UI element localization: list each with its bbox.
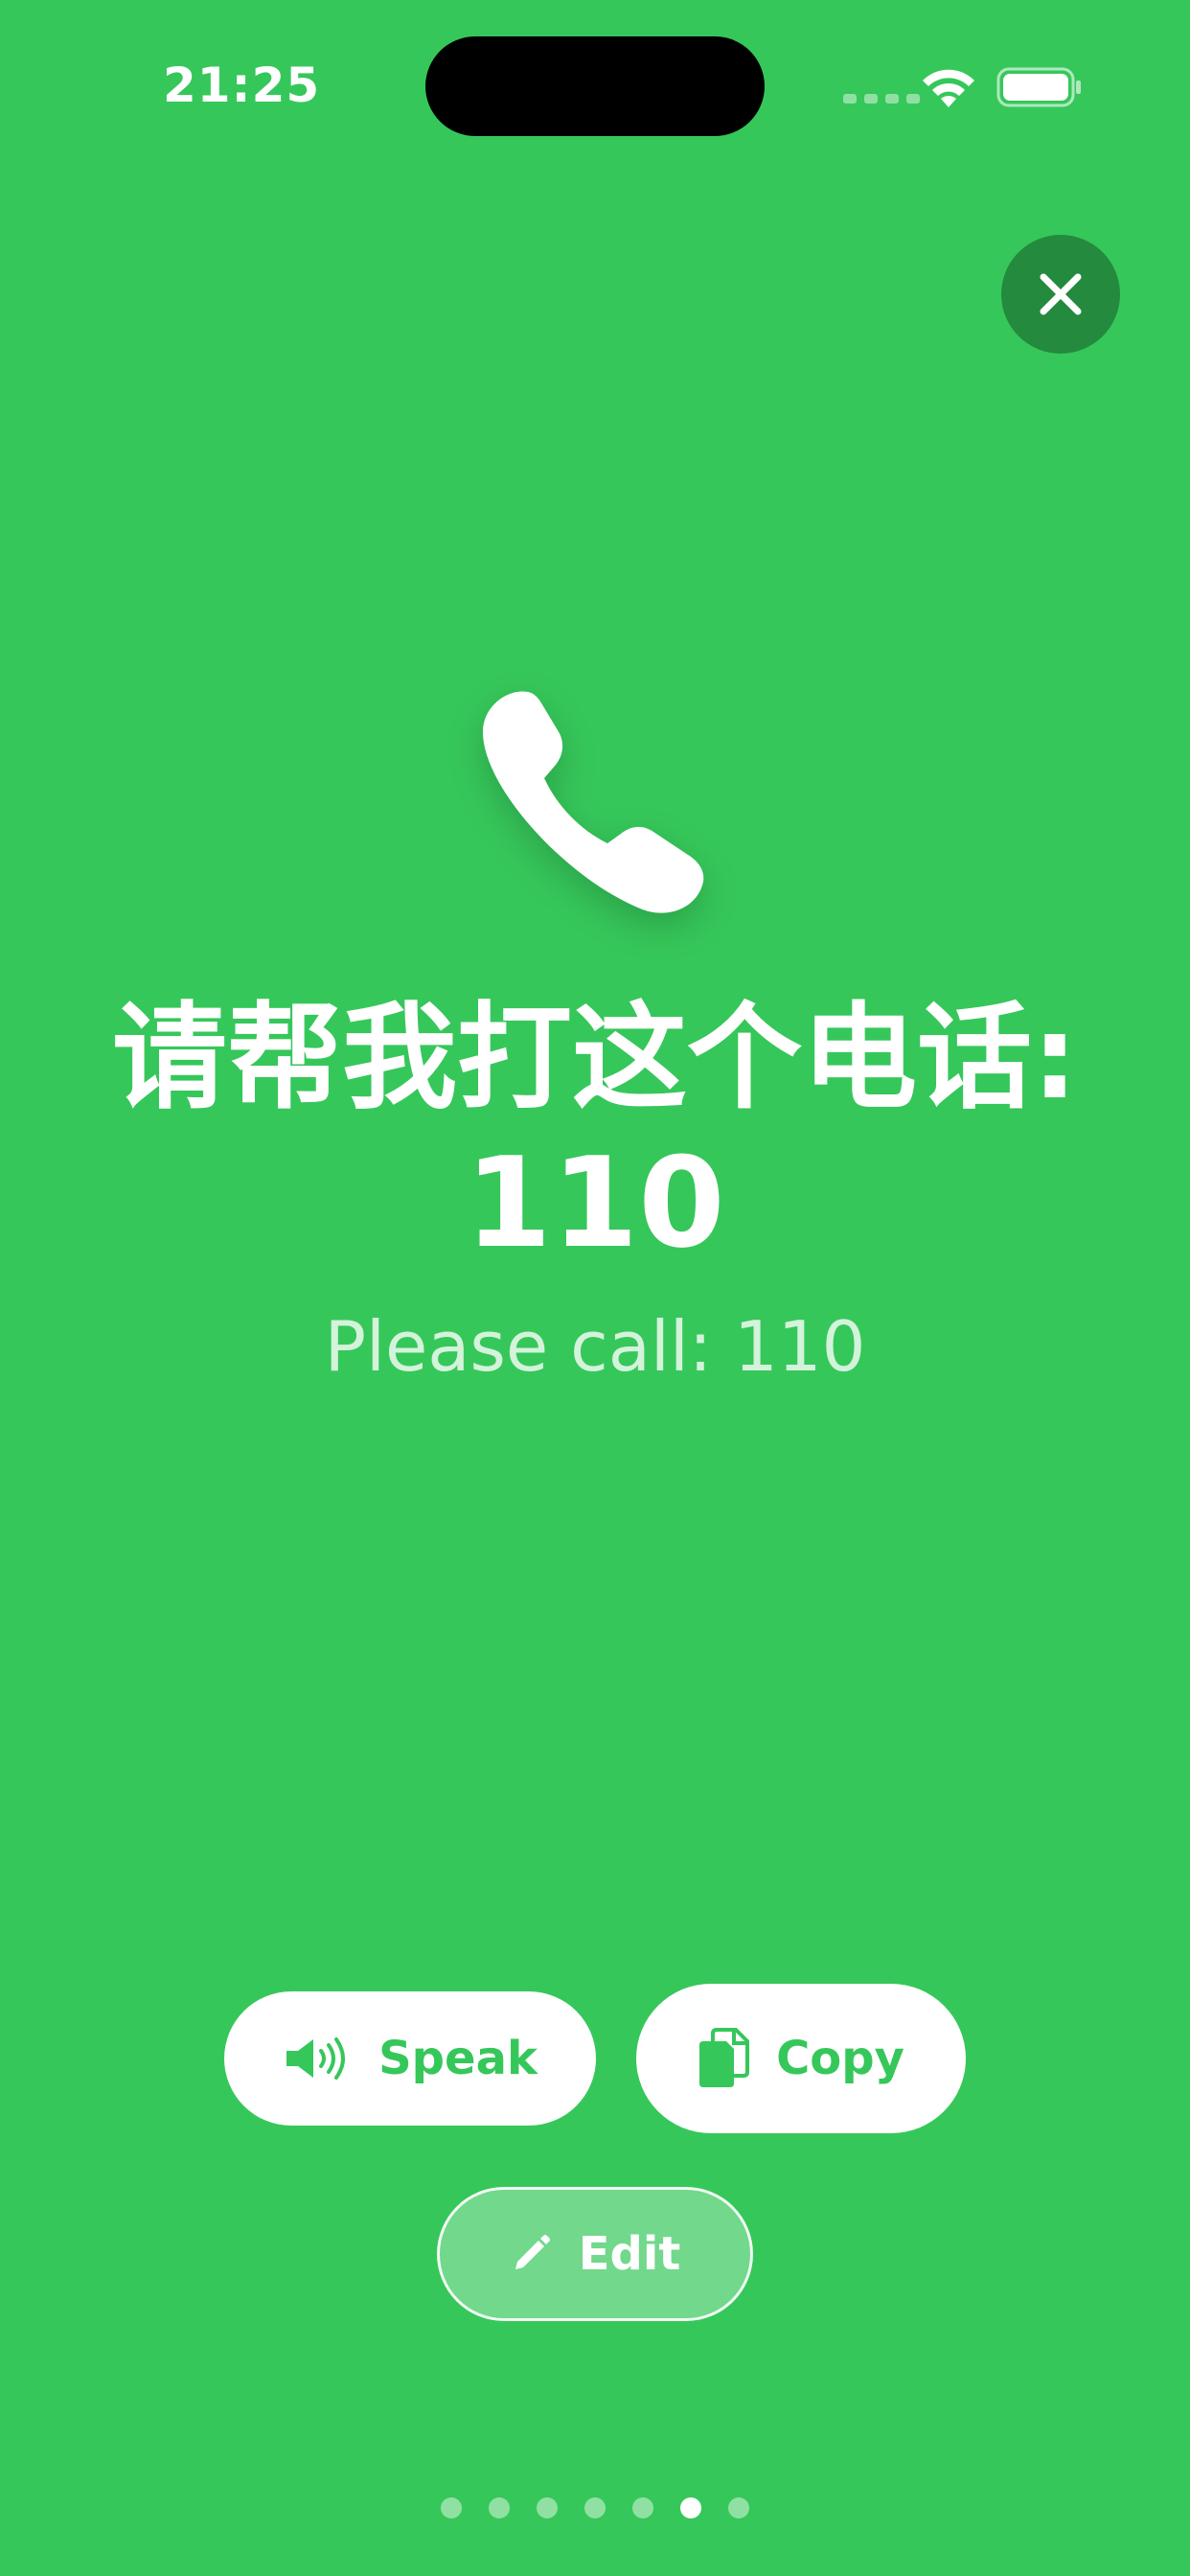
page-dot-3[interactable] [537, 2497, 558, 2518]
battery-icon [996, 67, 1081, 107]
page-dot-7[interactable] [728, 2497, 749, 2518]
phrase-primary-text: 请帮我打这个电话: 110 [57, 987, 1133, 1275]
edit-label: Edit [578, 2227, 681, 2281]
phrase-card-screen: 21:25 请帮我打这个电话: 110 Please call: 110 Spe… [0, 0, 1190, 2576]
page-indicator[interactable] [0, 2497, 1190, 2518]
status-time: 21:25 [163, 58, 321, 113]
cellular-signal-icon [843, 94, 920, 104]
speak-button[interactable]: Speak [224, 1991, 596, 2126]
page-dot-2[interactable] [489, 2497, 510, 2518]
edit-button[interactable]: Edit [437, 2187, 753, 2321]
dynamic-island [425, 36, 765, 136]
page-dot-6[interactable] [680, 2497, 701, 2518]
wifi-icon [923, 69, 974, 107]
copy-label: Copy [776, 2032, 904, 2085]
pencil-icon [515, 2235, 550, 2269]
speak-label: Speak [378, 2032, 538, 2085]
copy-button[interactable]: Copy [636, 1984, 966, 2133]
phrase-line-2: 110 [465, 1130, 725, 1276]
page-dot-4[interactable] [584, 2497, 606, 2518]
copy-icon [699, 2028, 750, 2087]
phrase-translation: Please call: 110 [324, 1306, 866, 1387]
close-button[interactable] [1001, 235, 1120, 354]
phone-icon [483, 691, 704, 913]
page-dot-5[interactable] [632, 2497, 653, 2518]
close-icon [1040, 273, 1082, 315]
phrase-line-1: 请帮我打这个电话: [112, 992, 1078, 1125]
speaker-icon [286, 2037, 346, 2080]
page-dot-1[interactable] [441, 2497, 462, 2518]
